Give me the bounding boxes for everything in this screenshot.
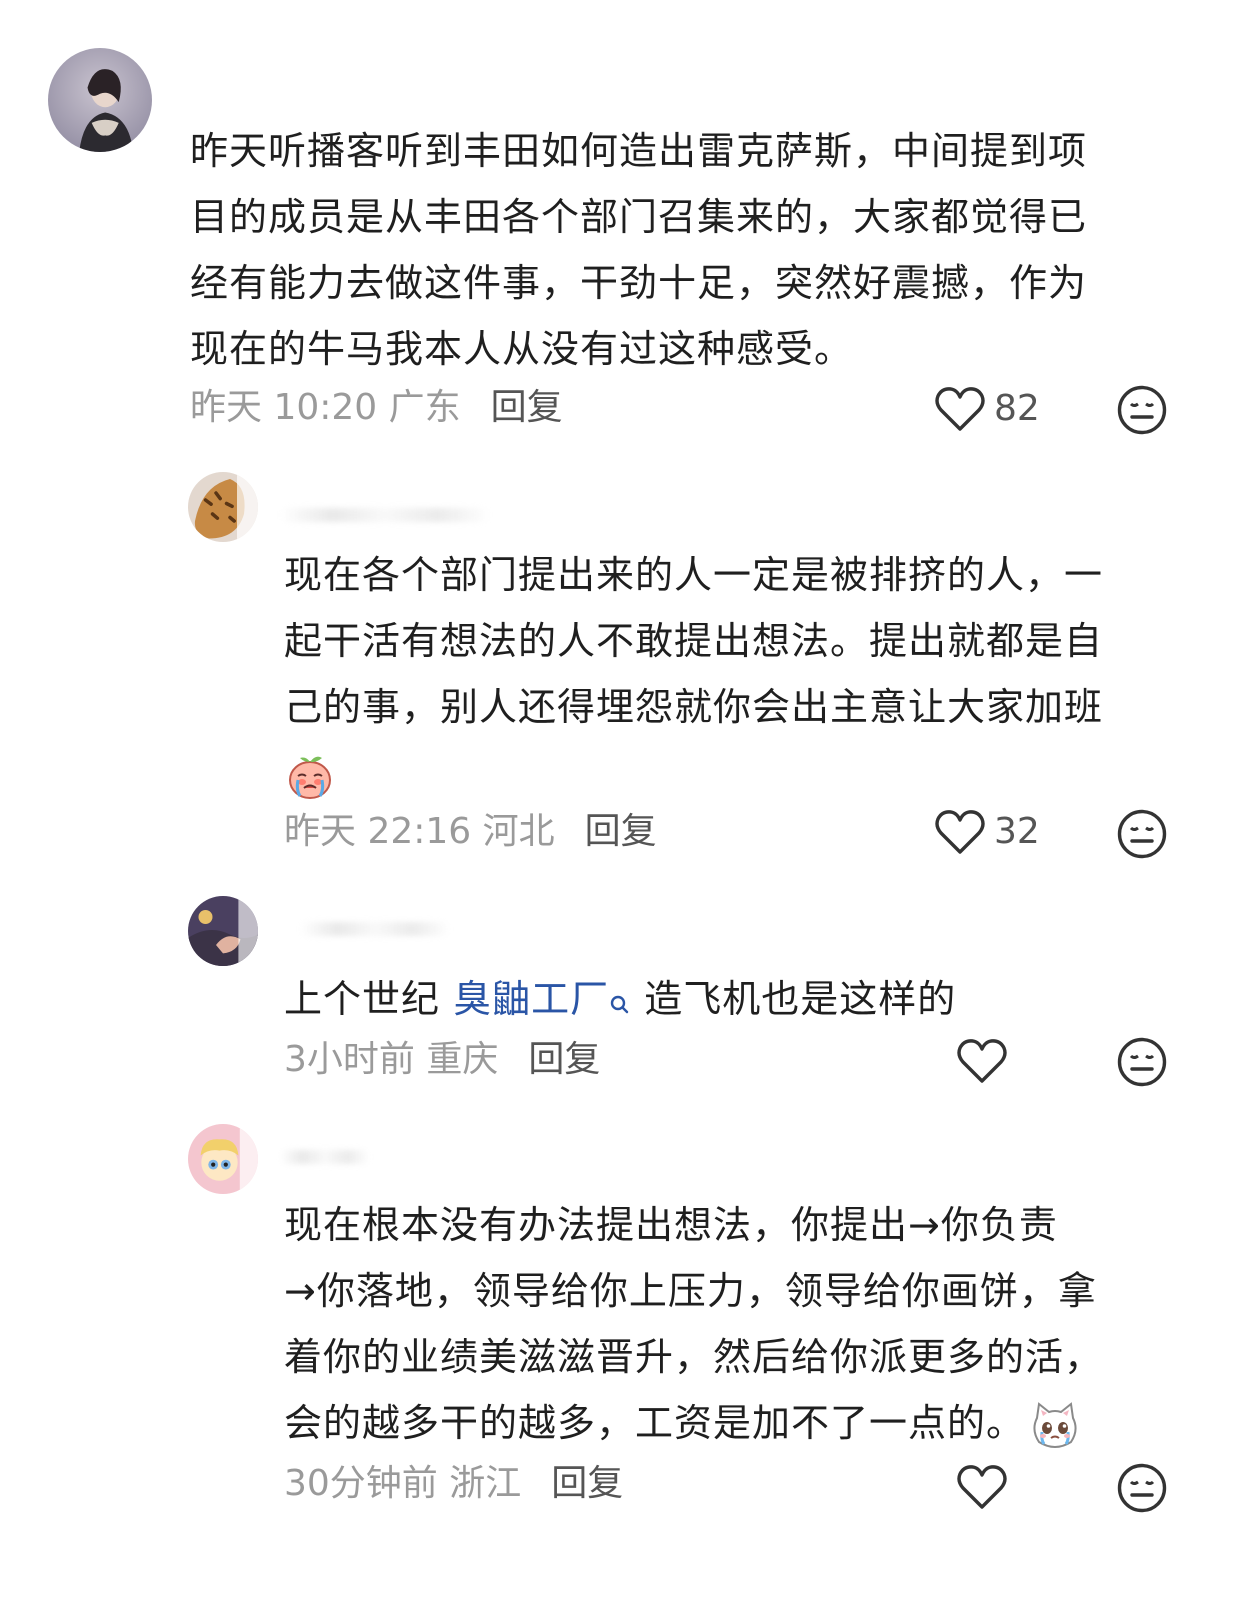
time-location: 3小时前 重庆 [284,1039,499,1080]
avatar[interactable] [188,1124,258,1194]
reply-button[interactable]: 回复 [585,811,657,852]
avatar-image [188,1124,258,1194]
avatar-image [188,472,258,542]
avatar[interactable] [48,48,152,152]
comment-text: 造飞机也是这样的 [631,977,957,1021]
comment-body: 现在根本没有办法提出想法，你提出→你负责 →你落地，领导给你上压力，领导给你画饼… [284,1192,1103,1456]
time-location: 30分钟前 浙江 [284,1463,522,1504]
avatar[interactable] [188,472,258,542]
meh-face-icon [1117,1037,1167,1087]
dislike-button[interactable] [1116,1462,1168,1514]
comment-body: 昨天听播客听到丰田如何造出雷克萨斯，中间提到项 目的成员是从丰田各个部门召集来的… [190,118,1087,382]
comment-meta: 3小时前 重庆 回复 [284,1038,600,1082]
comment-line: 己的事，别人还得埋怨就你会出主意让大家加班 [284,685,1104,729]
heart-outline-icon [935,810,985,854]
comment-3: 上个世纪 臭鼬工厂 造飞机也是这样的 3小时前 重庆 回复 [0,880,1244,1110]
avatar[interactable] [188,896,258,966]
nickname-redacted [280,1150,370,1164]
comment-line: 现在根本没有办法提出想法，你提出→你负责 [284,1203,1058,1247]
comment-line: 现在各个部门提出来的人一定是被排挤的人，一 [284,553,1104,597]
crying-peach-emoji [284,750,336,802]
meh-face-icon [1117,1463,1167,1513]
crying-cat-emoji [1029,1400,1081,1452]
comment-4: 现在根本没有办法提出想法，你提出→你负责 →你落地，领导给你上压力，领导给你画饼… [0,1110,1244,1604]
reply-button[interactable]: 回复 [551,1463,623,1504]
like-count: 32 [994,811,1040,852]
comment-emoji-line [284,740,1103,806]
like-button[interactable]: 32 [934,805,1040,859]
comment-line: 昨天听播客听到丰田如何造出雷克萨斯，中间提到项 [190,129,1088,173]
comment-line: 经有能力去做这件事，干劲十足，突然好震撼，作为 [190,261,1088,305]
avatar-image [188,896,258,966]
comment-line: 上个世纪 臭鼬工厂 造飞机也是这样的 [284,966,956,1032]
heart-outline-icon [935,387,985,431]
like-button[interactable] [956,1460,1008,1514]
comment-meta: 昨天 22:16 河北 回复 [284,810,657,854]
nickname-redacted [300,922,450,936]
comment-meta: 昨天 10:20 广东 回复 [190,386,563,430]
like-count: 82 [994,388,1040,429]
avatar-image [48,48,152,152]
comment-line: 起干活有想法的人不敢提出想法。提出就都是自 [284,619,1104,663]
comment-line: 着你的业绩美滋滋晋升，然后给你派更多的活， [284,1335,1104,1379]
comment-line-text: 会的越多干的越多，工资是加不了一点的。 [284,1401,1026,1445]
dislike-button[interactable] [1116,808,1168,860]
reply-button[interactable]: 回复 [528,1039,600,1080]
search-link-label: 臭鼬工厂 [453,977,610,1021]
heart-outline-icon [957,1465,1007,1509]
heart-outline-icon [957,1039,1007,1083]
dislike-button[interactable] [1116,1036,1168,1088]
meh-face-icon [1117,809,1167,859]
comment-line: 会的越多干的越多，工资是加不了一点的。 [284,1390,1103,1456]
comment-1: 昨天听播客听到丰田如何造出雷克萨斯，中间提到项 目的成员是从丰田各个部门召集来的… [0,0,1244,460]
dislike-button[interactable] [1116,384,1168,436]
search-link[interactable]: 臭鼬工厂 [453,977,631,1021]
nickname-redacted [280,508,490,522]
time-location: 昨天 10:20 广东 [190,387,461,428]
meh-face-icon [1117,385,1167,435]
comment-line: →你落地，领导给你上压力，领导给你画饼，拿 [284,1269,1097,1313]
time-location: 昨天 22:16 河北 [284,811,555,852]
comment-text: 上个世纪 [284,977,454,1021]
comment-body: 现在各个部门提出来的人一定是被排挤的人，一 起干活有想法的人不敢提出想法。提出就… [284,542,1103,806]
comment-2: 现在各个部门提出来的人一定是被排挤的人，一 起干活有想法的人不敢提出想法。提出就… [0,460,1244,880]
like-button[interactable]: 82 [934,382,1040,436]
comment-line: 目的成员是从丰田各个部门召集来的，大家都觉得已 [190,195,1088,239]
comment-body: 上个世纪 臭鼬工厂 造飞机也是这样的 [284,966,956,1032]
like-button[interactable] [956,1034,1008,1088]
comment-line: 现在的牛马我本人从没有过这种感受。 [190,327,854,371]
search-icon [609,974,631,1014]
comment-meta: 30分钟前 浙江 回复 [284,1462,623,1506]
reply-button[interactable]: 回复 [491,387,563,428]
